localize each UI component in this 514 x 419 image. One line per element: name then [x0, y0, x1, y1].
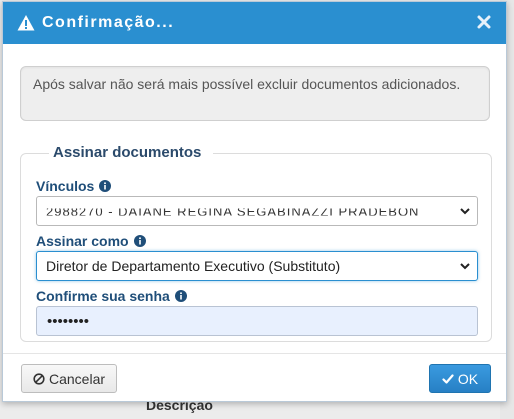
- info-icon[interactable]: [133, 235, 146, 247]
- ban-icon: [33, 372, 45, 385]
- vinculos-label-text: Vínculos: [36, 178, 95, 194]
- ok-button-label: OK: [457, 370, 479, 387]
- info-icon[interactable]: [99, 180, 112, 192]
- warning-icon: [17, 15, 35, 31]
- confirmation-dialog: Confirmação... Após salvar não será mais…: [2, 1, 507, 402]
- alert-message: Após salvar não será mais possível exclu…: [33, 76, 461, 92]
- assinar-como-select[interactable]: Diretor de Departamento Executivo (Subst…: [36, 251, 478, 281]
- footer-divider: [3, 353, 506, 354]
- vinculos-select[interactable]: 2988270 - DAIANE REGINA SEGABINAZZI PRAD…: [36, 196, 478, 226]
- cancel-button-label: Cancelar: [48, 370, 106, 387]
- cancel-button[interactable]: Cancelar: [21, 364, 117, 393]
- password-masked-value: ••••••••: [47, 312, 90, 330]
- password-field[interactable]: ••••••••: [36, 306, 478, 336]
- senha-label-text: Confirme sua senha: [36, 288, 170, 304]
- close-icon[interactable]: [476, 14, 492, 30]
- assinar-como-label-text: Assinar como: [36, 233, 129, 249]
- vinculos-label: Vínculos: [36, 178, 112, 194]
- senha-label: Confirme sua senha: [36, 288, 187, 304]
- ok-button[interactable]: OK: [429, 364, 491, 393]
- info-alert: Após salvar não será mais possível exclu…: [20, 66, 490, 121]
- assinar-como-selected-value: Diretor de Departamento Executivo (Subst…: [46, 258, 341, 274]
- assinar-como-label: Assinar como: [36, 233, 146, 249]
- chevron-down-icon: [460, 208, 470, 215]
- chevron-down-icon: [460, 263, 470, 270]
- sign-documents-fieldset: Assinar documentos Vínculos 2988270 - DA…: [20, 144, 492, 342]
- dialog-titlebar: Confirmação...: [3, 2, 506, 44]
- vinculos-selected-value: 2988270 - DAIANE REGINA SEGABINAZZI PRAD…: [46, 203, 420, 219]
- fieldset-legend: Assinar documentos: [49, 144, 214, 161]
- dialog-title: Confirmação...: [42, 14, 175, 31]
- check-icon: [442, 373, 454, 384]
- info-icon[interactable]: [174, 290, 187, 302]
